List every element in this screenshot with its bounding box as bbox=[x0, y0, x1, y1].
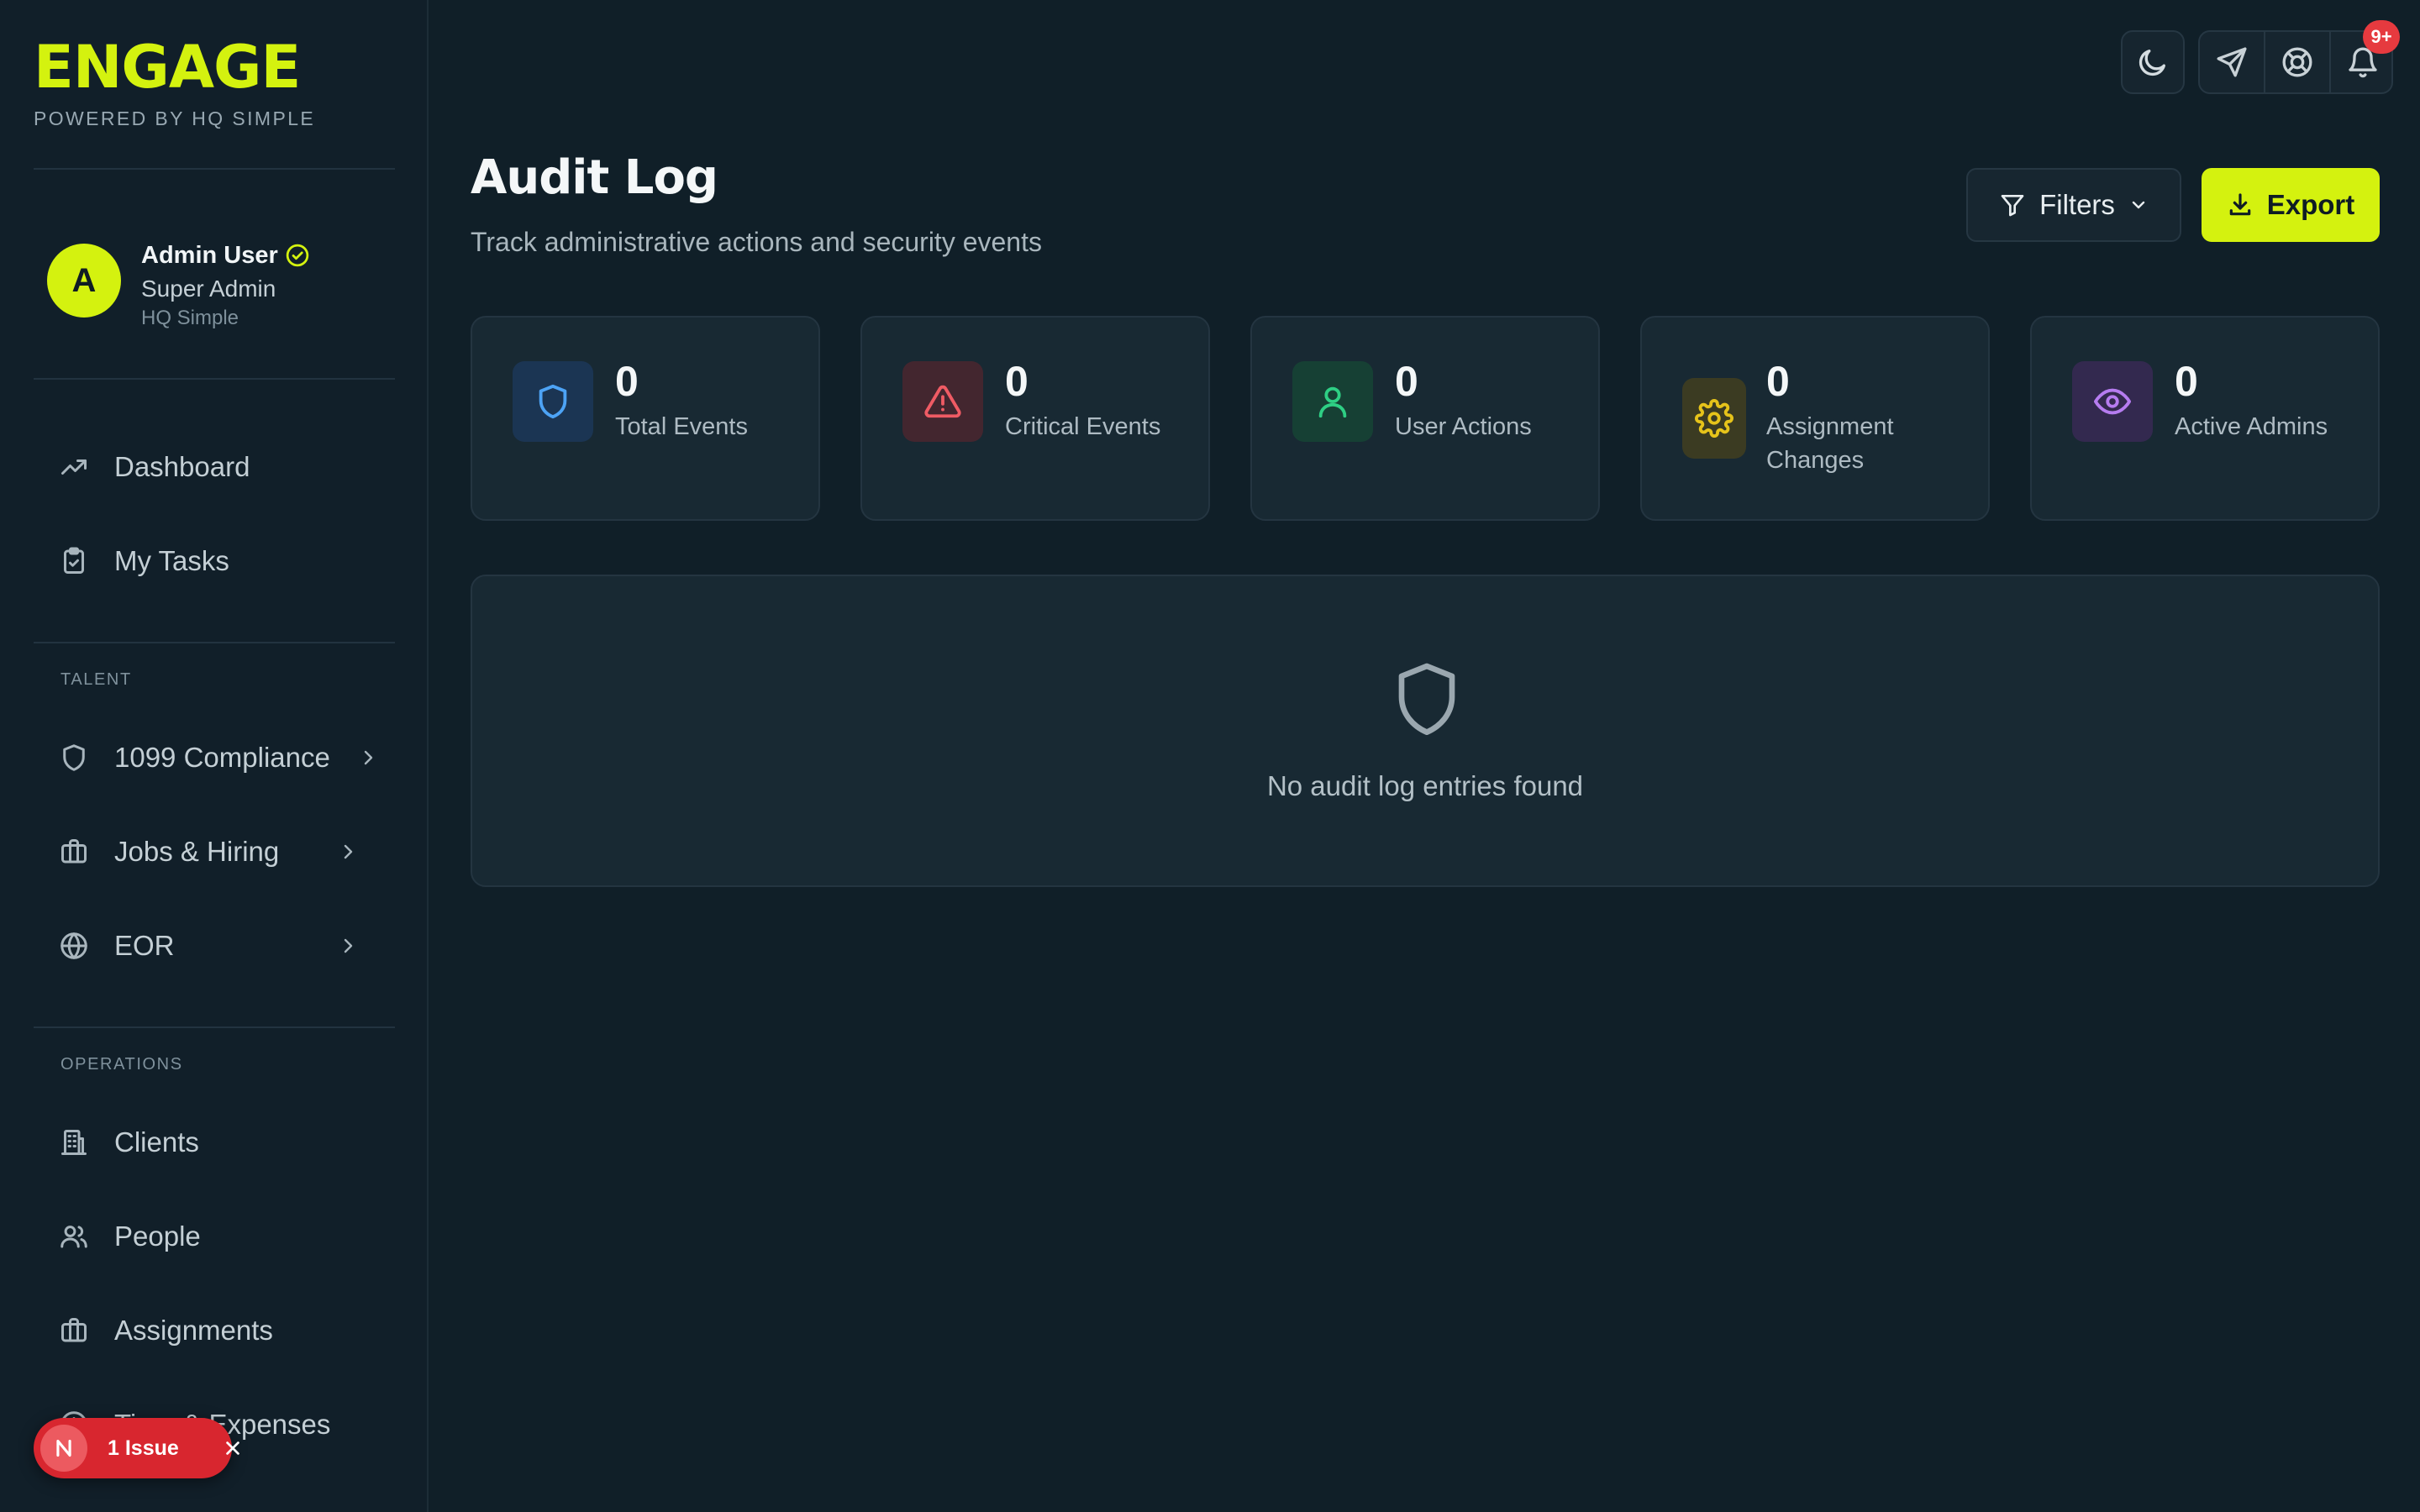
section-label-operations: OPERATIONS bbox=[60, 1055, 183, 1074]
send-icon bbox=[2215, 45, 2249, 79]
chevron-right-icon[interactable] bbox=[358, 748, 378, 768]
send-button[interactable] bbox=[2200, 32, 2264, 92]
trending-up-icon bbox=[59, 452, 89, 482]
sidebar-item-dashboard[interactable]: Dashboard bbox=[34, 433, 395, 501]
sidebar: ENGAGE POWERED BY HQ SIMPLE A Admin User… bbox=[0, 0, 429, 1512]
sidebar-item-label: My Tasks bbox=[114, 545, 229, 576]
close-icon[interactable] bbox=[224, 1439, 242, 1457]
globe-icon bbox=[59, 931, 89, 961]
sidebar-item-label: EOR bbox=[114, 930, 175, 961]
sidebar-item-clients[interactable]: Clients bbox=[34, 1109, 395, 1176]
brand-tagline: POWERED BY HQ SIMPLE bbox=[34, 108, 316, 129]
empty-state-message: No audit log entries found bbox=[1266, 770, 1584, 801]
stat-card-total-events: 0 Total Events bbox=[471, 316, 820, 521]
profile-org: HQ Simple bbox=[141, 307, 239, 329]
sidebar-item-label: Jobs & Hiring bbox=[114, 836, 280, 867]
divider bbox=[34, 168, 395, 170]
sidebar-item-label: Clients bbox=[114, 1126, 199, 1158]
stat-value: 0 bbox=[1005, 358, 1028, 405]
lifebuoy-icon bbox=[2281, 45, 2314, 79]
stat-label: Assignment Changes bbox=[1766, 413, 1894, 474]
moon-icon bbox=[2136, 45, 2170, 79]
chevron-right-icon[interactable] bbox=[338, 936, 358, 956]
user-icon bbox=[1292, 361, 1373, 442]
stat-card-active-admins: 0 Active Admins bbox=[2030, 316, 2380, 521]
help-button[interactable] bbox=[2265, 32, 2329, 92]
stat-value: 0 bbox=[1395, 358, 1418, 405]
page-title: Audit Log bbox=[471, 150, 718, 205]
sidebar-item-jobs-hiring[interactable]: Jobs & Hiring bbox=[34, 818, 395, 885]
divider bbox=[34, 642, 395, 643]
avatar: A bbox=[47, 244, 121, 318]
sidebar-item-label: People bbox=[114, 1221, 201, 1252]
clipboard-check-icon bbox=[59, 546, 89, 576]
export-button[interactable]: Export bbox=[2202, 168, 2380, 242]
sidebar-item-assignments[interactable]: Assignments bbox=[34, 1297, 395, 1364]
sidebar-item-people[interactable]: People bbox=[34, 1203, 395, 1270]
theme-toggle-button[interactable] bbox=[2121, 30, 2185, 94]
section-label-talent: TALENT bbox=[60, 670, 132, 689]
chevron-right-icon[interactable] bbox=[338, 842, 358, 862]
verified-badge-icon bbox=[285, 243, 310, 268]
shield-icon bbox=[513, 361, 593, 442]
filter-icon bbox=[1999, 192, 2026, 218]
filters-label: Filters bbox=[2039, 189, 2115, 220]
stat-card-assignment-changes: 0 Assignment Changes bbox=[1640, 316, 1990, 521]
stat-label: User Actions bbox=[1395, 413, 1532, 440]
stat-card-user-actions: 0 User Actions bbox=[1250, 316, 1600, 521]
sidebar-item-label: Assignments bbox=[114, 1315, 273, 1346]
briefcase-icon bbox=[59, 837, 89, 867]
sidebar-item-eor[interactable]: EOR bbox=[34, 912, 395, 979]
stat-label: Active Admins bbox=[2175, 413, 2328, 440]
building-icon bbox=[59, 1127, 89, 1158]
divider bbox=[34, 378, 395, 380]
sidebar-item-label: 1099 Compliance bbox=[114, 742, 330, 773]
stat-card-critical-events: 0 Critical Events bbox=[860, 316, 1210, 521]
sidebar-item-label: Dashboard bbox=[114, 451, 250, 482]
filters-button[interactable]: Filters bbox=[1966, 168, 2181, 242]
shield-icon bbox=[59, 743, 89, 773]
alert-triangle-icon bbox=[902, 361, 983, 442]
issue-count-label: 1 Issue bbox=[108, 1436, 179, 1460]
next-logo-icon bbox=[40, 1425, 87, 1472]
stat-label: Total Events bbox=[615, 413, 748, 440]
page-subtitle: Track administrative actions and securit… bbox=[471, 227, 1042, 257]
chevron-down-icon bbox=[2128, 195, 2149, 215]
dev-issues-badge[interactable]: 1 Issue bbox=[34, 1418, 239, 1478]
stat-value: 0 bbox=[615, 358, 639, 405]
settings-icon bbox=[1682, 378, 1746, 459]
brand[interactable]: ENGAGE POWERED BY HQ SIMPLE bbox=[34, 35, 315, 130]
divider bbox=[34, 1026, 395, 1028]
audit-log-panel: No audit log entries found bbox=[471, 575, 2380, 887]
profile-name: Admin User bbox=[141, 242, 278, 269]
sidebar-item-1099-compliance[interactable]: 1099 Compliance bbox=[34, 724, 395, 791]
stat-label: Critical Events bbox=[1005, 413, 1161, 440]
user-profile[interactable]: A Admin User Super Admin HQ Simple bbox=[47, 240, 408, 333]
export-label: Export bbox=[2266, 189, 2355, 220]
users-icon bbox=[59, 1221, 89, 1252]
brand-name: ENGAGE bbox=[34, 33, 301, 102]
profile-role: Super Admin bbox=[141, 276, 276, 302]
notification-badge: 9+ bbox=[2363, 20, 2400, 54]
stat-value: 0 bbox=[2175, 358, 2198, 405]
download-icon bbox=[2227, 192, 2254, 218]
briefcase-icon bbox=[59, 1315, 89, 1346]
profile-name-row: Admin User bbox=[141, 240, 310, 270]
stat-value: 0 bbox=[1766, 358, 1790, 405]
sidebar-item-my-tasks[interactable]: My Tasks bbox=[34, 528, 395, 595]
shield-icon bbox=[1393, 660, 1460, 739]
eye-icon bbox=[2072, 361, 2153, 442]
